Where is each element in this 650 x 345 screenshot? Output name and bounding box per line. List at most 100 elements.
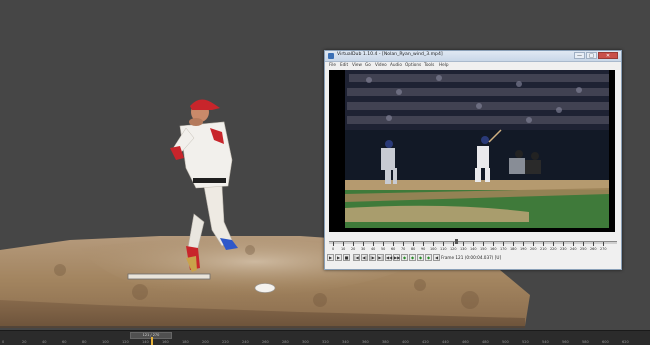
ruler-label: 270 [600, 247, 607, 251]
scene-back-button[interactable]: ◆ [401, 254, 408, 261]
ruler-label: 110 [440, 247, 447, 251]
ruler-label: 200 [530, 247, 537, 251]
ruler-label: 220 [222, 340, 229, 344]
ruler-label: 40 [42, 340, 47, 344]
ruler-tick [343, 242, 344, 246]
virtualdub-window[interactable]: VirtualDub 1.10.4 - [Nolan_Ryan_wind_3.m… [324, 50, 622, 270]
mark-out-button[interactable]: ◆ [425, 254, 432, 261]
ruler-tick [533, 242, 534, 246]
ruler-tick [423, 242, 424, 246]
playback-toolbar: ▶ ▶ ■ |◀ ◀| |▶ ▶| ◀◀ ▶▶ ◆ ◆ ◆ ◆ ◀ Frame … [327, 254, 619, 263]
video-pane[interactable] [329, 70, 615, 232]
prev-frame-button[interactable]: ◀| [361, 254, 368, 261]
menu-video[interactable]: Video [375, 62, 387, 67]
ruler-tick [433, 242, 434, 246]
ruler-label: 50 [381, 247, 386, 251]
ruler-label: 90 [421, 247, 426, 251]
ruler-label: 240 [242, 340, 249, 344]
ruler-tick [373, 242, 374, 246]
ruler-tick [473, 242, 474, 246]
animation-timeline[interactable]: 121 / 270 0 20 40 60 80 100 120 140 160 … [0, 330, 650, 345]
menu-audio[interactable]: Audio [390, 62, 402, 67]
ruler-label: 440 [442, 340, 449, 344]
go-start-button[interactable]: |◀ [353, 254, 360, 261]
ruler-tick [553, 242, 554, 246]
ruler-tick [383, 242, 384, 246]
ruler-tick [583, 242, 584, 246]
ruler-tick [333, 242, 334, 246]
ruler-label: 130 [460, 247, 467, 251]
ruler-label: 170 [500, 247, 507, 251]
ruler-label: 500 [502, 340, 509, 344]
menu-options[interactable]: Options [405, 62, 421, 67]
menu-view[interactable]: View [352, 62, 362, 67]
close-button[interactable]: ✕ [598, 52, 618, 59]
ruler-label: 40 [371, 247, 376, 251]
pitching-rubber [127, 273, 211, 280]
ruler-tick [593, 242, 594, 246]
ruler-tick [483, 242, 484, 246]
ruler-label: 60 [62, 340, 67, 344]
ruler-tick [563, 242, 564, 246]
ruler-label: 360 [362, 340, 369, 344]
ruler-label: 160 [490, 247, 497, 251]
ruler-label: 420 [422, 340, 429, 344]
ruler-label: 160 [162, 340, 169, 344]
position-slider[interactable]: 0 10 20 30 40 50 60 70 80 90 100 110 120… [329, 239, 617, 253]
ruler-label: 380 [382, 340, 389, 344]
ruler-label: 560 [562, 340, 569, 344]
ruler-label: 280 [282, 340, 289, 344]
ruler-label: 100 [430, 247, 437, 251]
menu-help[interactable]: Help [439, 62, 449, 67]
ruler-label: 0 [2, 340, 5, 344]
menu-tools[interactable]: Tools [424, 62, 434, 67]
window-titlebar[interactable]: VirtualDub 1.10.4 - [Nolan_Ryan_wind_3.m… [325, 51, 621, 62]
ruler-label: 80 [411, 247, 416, 251]
ruler-label: 150 [480, 247, 487, 251]
maximize-button[interactable]: □ [586, 52, 597, 59]
prev-key-button[interactable]: ◀◀ [385, 254, 392, 261]
menu-edit[interactable]: Edit [340, 62, 348, 67]
menu-go[interactable]: Go [365, 62, 371, 67]
next-frame-button[interactable]: |▶ [369, 254, 376, 261]
ruler-label: 260 [590, 247, 597, 251]
ruler-label: 320 [322, 340, 329, 344]
ruler-label: 400 [402, 340, 409, 344]
ruler-label: 60 [391, 247, 396, 251]
ruler-label: 300 [302, 340, 309, 344]
ruler-label: 580 [582, 340, 589, 344]
play-output-button[interactable]: ▶ [335, 254, 342, 261]
ruler-label: 140 [142, 340, 149, 344]
menu-bar: File Edit View Go Video Audio Options To… [325, 62, 621, 69]
ruler-tick [363, 242, 364, 246]
ruler-tick [453, 242, 454, 246]
ruler-label: 70 [401, 247, 406, 251]
ruler-tick [463, 242, 464, 246]
ruler-label: 180 [182, 340, 189, 344]
next-key-button[interactable]: ▶▶ [393, 254, 400, 261]
ruler-label: 340 [342, 340, 349, 344]
minimize-button[interactable]: — [574, 52, 585, 59]
ruler-label: 20 [22, 340, 27, 344]
ruler-tick [353, 242, 354, 246]
ruler-label: 220 [550, 247, 557, 251]
ruler-tick [513, 242, 514, 246]
stop-button[interactable]: ■ [343, 254, 350, 261]
ruler-tick [503, 242, 504, 246]
video-frame-image [329, 70, 615, 232]
ruler-label: 250 [580, 247, 587, 251]
left-button[interactable]: ◀ [433, 254, 440, 261]
menu-file[interactable]: File [329, 62, 336, 67]
scene-forward-button[interactable]: ◆ [409, 254, 416, 261]
go-end-button[interactable]: ▶| [377, 254, 384, 261]
ruler-label: 190 [520, 247, 527, 251]
play-input-button[interactable]: ▶ [327, 254, 334, 261]
mark-in-button[interactable]: ◆ [417, 254, 424, 261]
ruler-label: 30 [361, 247, 366, 251]
ruler-tick [573, 242, 574, 246]
ruler-tick [523, 242, 524, 246]
ruler-tick [543, 242, 544, 246]
ruler-tick [443, 242, 444, 246]
position-thumb[interactable] [455, 239, 458, 244]
ruler-label: 520 [522, 340, 529, 344]
